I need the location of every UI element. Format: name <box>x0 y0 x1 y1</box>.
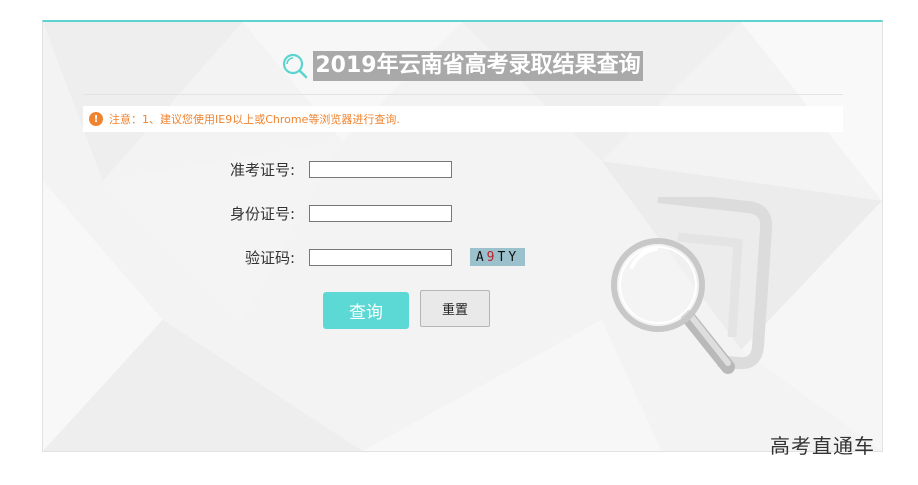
title-row: 2019年云南省高考录取结果查询 <box>43 46 882 86</box>
magnifier-icon <box>611 197 773 374</box>
captcha-char: A <box>475 249 487 265</box>
captcha-row: 验证码: A9TY <box>43 246 525 268</box>
captcha-input[interactable] <box>309 248 452 266</box>
captcha-char: Y <box>508 249 520 265</box>
exam-id-input[interactable] <box>309 160 452 178</box>
watermark: 高考直通车 <box>770 434 875 458</box>
captcha-char: T <box>497 249 509 265</box>
captcha-char: 9 <box>486 249 498 265</box>
notice-text: 注意：1、建议您使用IE9以上或Chrome等浏览器进行查询. <box>109 113 400 126</box>
captcha-label: 验证码: <box>244 248 295 267</box>
page-title: 2019年云南省高考录取结果查询 <box>313 51 643 81</box>
id-card-label: 身份证号: <box>229 204 295 223</box>
notice-bar: ! 注意：1、建议您使用IE9以上或Chrome等浏览器进行查询. <box>83 106 843 132</box>
id-card-input[interactable] <box>309 204 452 222</box>
captcha-image[interactable]: A9TY <box>470 248 525 266</box>
id-card-row: 身份证号: <box>43 202 452 224</box>
divider <box>83 94 843 95</box>
search-icon <box>282 53 308 79</box>
warning-icon: ! <box>89 112 103 126</box>
reset-button[interactable]: 重置 <box>420 290 490 327</box>
exam-id-label: 准考证号: <box>229 160 295 179</box>
query-panel: 2019年云南省高考录取结果查询 ! 注意：1、建议您使用IE9以上或Chrom… <box>42 20 883 452</box>
exam-id-row: 准考证号: <box>43 158 452 180</box>
query-button[interactable]: 查询 <box>323 292 409 329</box>
